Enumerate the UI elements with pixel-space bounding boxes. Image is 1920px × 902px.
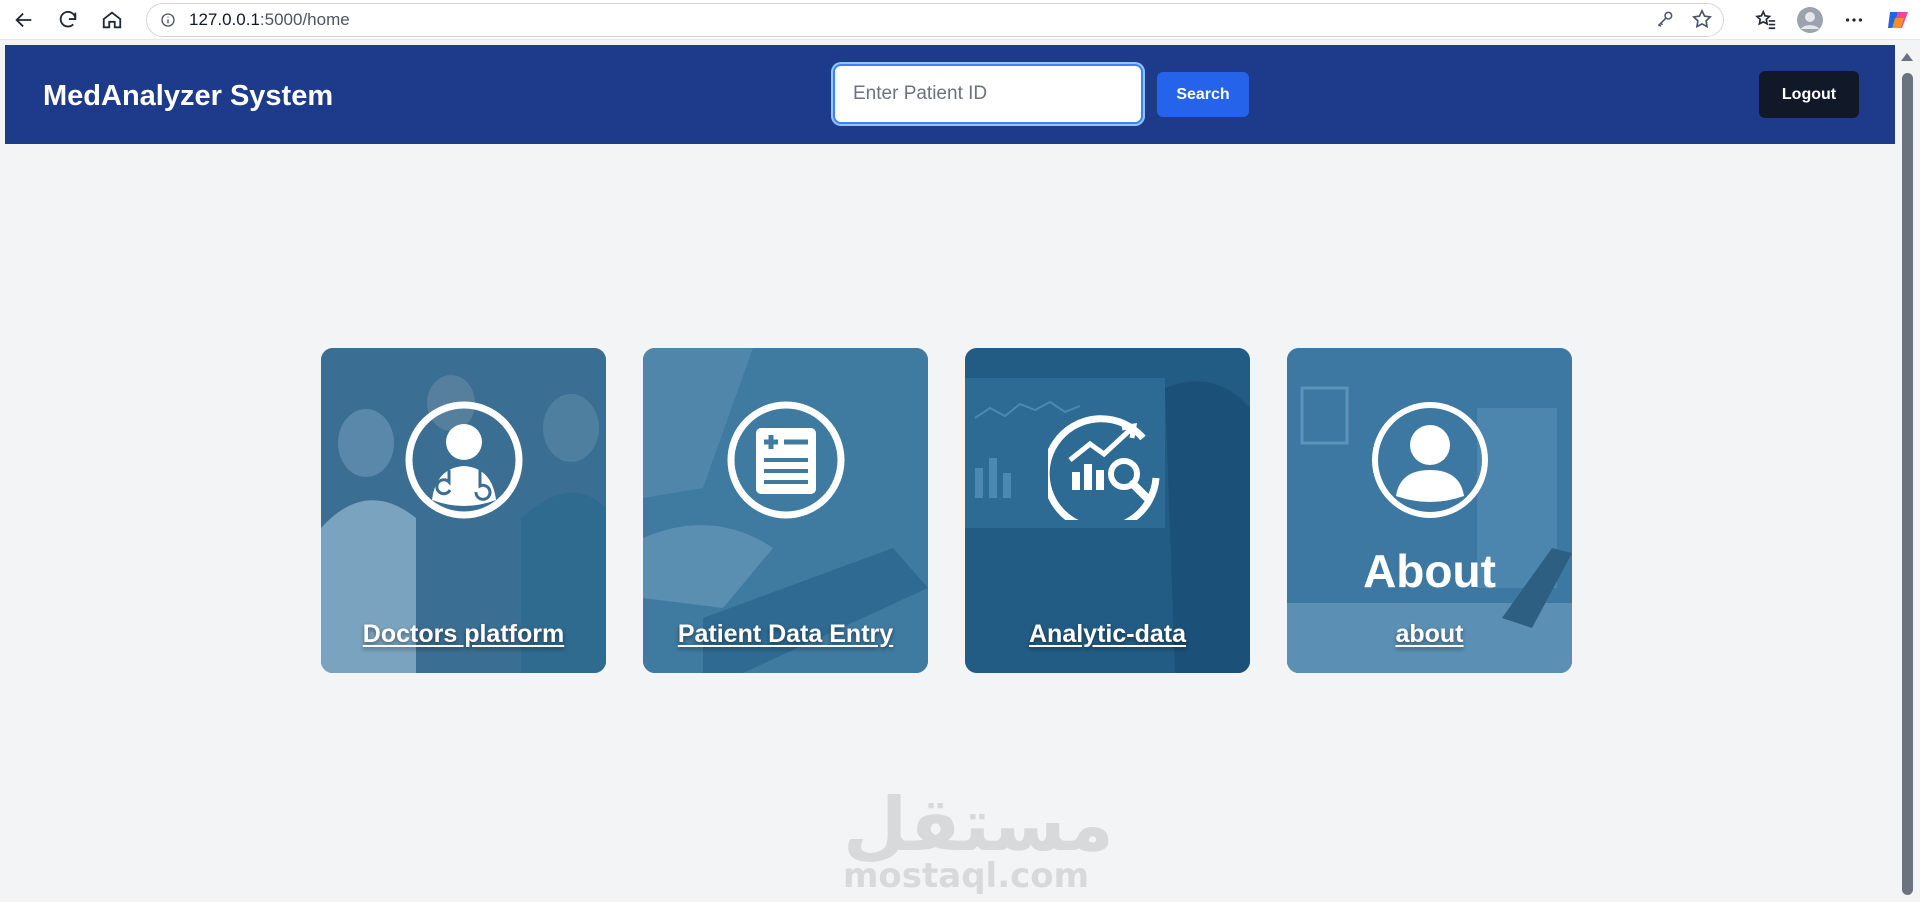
url-text: 127.0.0.1:5000/home	[189, 10, 350, 30]
refresh-icon[interactable]	[52, 4, 84, 36]
vertical-scrollbar[interactable]	[1895, 45, 1920, 902]
search-button[interactable]: Search	[1157, 72, 1249, 117]
card-label[interactable]: about	[1287, 620, 1572, 649]
patient-id-input[interactable]	[833, 64, 1143, 124]
about-heading: About	[1363, 545, 1496, 597]
app-header: MedAnalyzer System Search Logout	[5, 45, 1895, 144]
logout-button[interactable]: Logout	[1759, 71, 1859, 118]
scrollbar-thumb[interactable]	[1902, 73, 1913, 895]
patient-data-entry-card[interactable]: Patient Data Entry	[643, 348, 928, 673]
more-options-icon[interactable]	[1832, 0, 1876, 40]
site-info-icon[interactable]	[159, 11, 177, 29]
analytics-icon	[1047, 415, 1159, 520]
card-label[interactable]: Doctors platform	[321, 620, 606, 649]
medical-report-icon	[727, 401, 844, 519]
card-label[interactable]: Patient Data Entry	[643, 620, 928, 649]
watermark-arabic: مستقل	[843, 782, 1114, 868]
page: MedAnalyzer System Search Logout	[5, 45, 1895, 902]
brand-title: MedAnalyzer System	[43, 80, 334, 112]
address-bar[interactable]: 127.0.0.1:5000/home	[146, 3, 1724, 37]
url-host: 127.0.0.1	[189, 10, 260, 29]
doctors-platform-card[interactable]: Doctors platform	[321, 348, 606, 673]
analytic-data-card[interactable]: Analytic-data	[965, 348, 1250, 673]
copilot-icon[interactable]	[1876, 0, 1920, 40]
back-icon[interactable]	[8, 4, 40, 36]
watermark-latin: mostaql.com	[843, 856, 1090, 896]
url-path: :5000/home	[259, 10, 350, 29]
browser-toolbar: 127.0.0.1:5000/home	[0, 0, 1920, 40]
card-label[interactable]: Analytic-data	[965, 620, 1250, 649]
favorite-star-icon[interactable]	[1691, 8, 1713, 35]
doctor-icon	[405, 401, 522, 519]
scroll-up-icon[interactable]	[1901, 53, 1913, 61]
mostaql-watermark: مستقل mostaql.com	[843, 782, 1114, 896]
user-icon	[1371, 402, 1488, 518]
profile-avatar-icon[interactable]	[1788, 0, 1832, 40]
favorites-icon[interactable]	[1744, 0, 1788, 40]
home-icon[interactable]	[96, 4, 128, 36]
about-card[interactable]: About about	[1287, 348, 1572, 673]
key-icon[interactable]	[1655, 9, 1675, 34]
